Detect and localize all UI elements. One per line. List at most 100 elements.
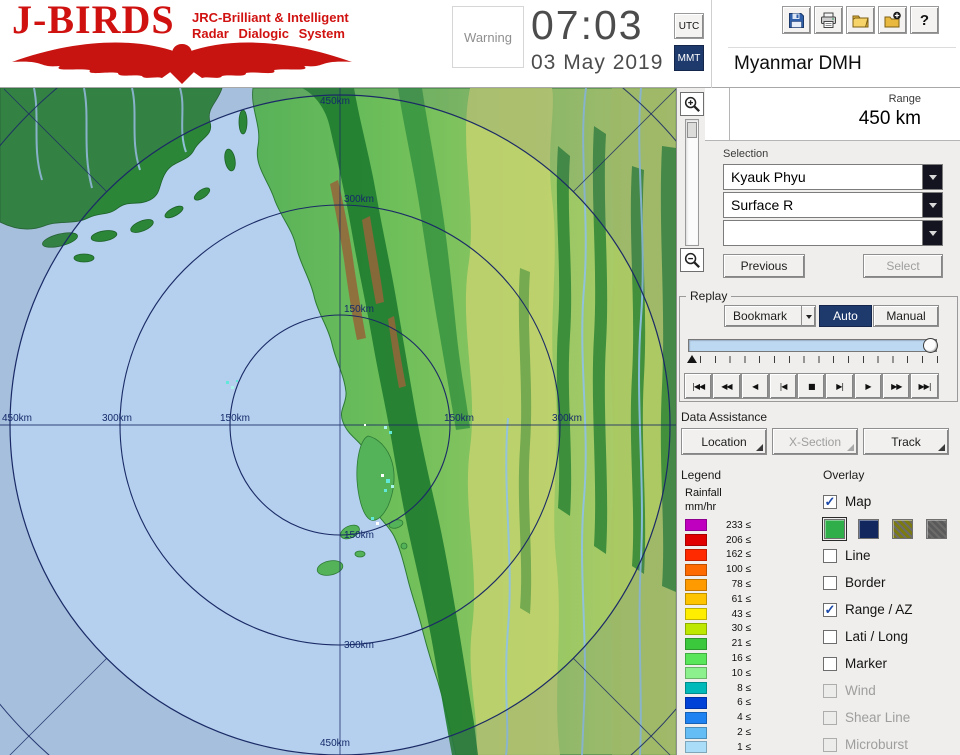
zoom-out-button[interactable]	[680, 248, 704, 272]
map-style-olive-button[interactable]	[892, 519, 913, 539]
legend-row: 16 ≤	[685, 651, 751, 666]
logo-title: J-BIRDS	[12, 0, 175, 43]
checkbox[interactable]	[823, 657, 837, 671]
corner-arrow-icon	[847, 444, 854, 451]
da-button-label: Location	[701, 435, 746, 449]
map-style-terrain-button[interactable]	[824, 519, 845, 539]
mmt-button[interactable]: MMT	[674, 45, 704, 71]
radar-map[interactable]: 450km300km150km150km300km150km300km450km…	[0, 88, 676, 755]
save-button[interactable]	[782, 6, 811, 34]
checkbox[interactable]	[823, 549, 837, 563]
playback-fast-forward-button[interactable]: ▶▶	[882, 373, 910, 399]
timeline-ticks	[700, 356, 938, 363]
playback-play-button[interactable]: ▶	[854, 373, 882, 399]
overlay-item-label: Lati / Long	[845, 629, 908, 644]
playback-rewind-button[interactable]: ◀◀	[712, 373, 740, 399]
replay-group-label: Replay	[686, 289, 731, 303]
header: J-BIRDS JRC-Brilliant & Intelligent Rada…	[0, 0, 960, 88]
open-folder-button[interactable]	[846, 6, 875, 34]
save-icon	[787, 11, 806, 30]
legend-color-swatch	[685, 697, 707, 709]
print-button[interactable]	[814, 6, 843, 34]
checkbox[interactable]	[823, 630, 837, 644]
add-view-button[interactable]	[878, 6, 907, 34]
bookmark-button[interactable]: Bookmark	[724, 305, 816, 327]
legend-color-swatch	[685, 682, 707, 694]
folder-icon	[851, 11, 870, 30]
overlay-item-range-az[interactable]: ✓ Range / AZ	[823, 596, 959, 623]
range-ring-label: 150km	[344, 304, 374, 315]
checkbox	[823, 738, 837, 752]
legend-value: 233 ≤	[707, 520, 751, 531]
replay-timeline-slider[interactable]	[688, 339, 937, 352]
da-track-button[interactable]: Track	[863, 428, 949, 455]
legend-value: 100 ≤	[707, 564, 751, 575]
zoom-in-button[interactable]	[680, 92, 704, 116]
help-button[interactable]: ?	[910, 6, 939, 34]
legend-color-swatch	[685, 549, 707, 561]
overlay-item-lati-long[interactable]: Lati / Long	[823, 623, 959, 650]
chevron-down-icon[interactable]	[922, 221, 942, 245]
range-value: 450 km	[705, 108, 921, 130]
range-ring-label: 150km	[220, 413, 250, 424]
map-style-navy-button[interactable]	[858, 519, 879, 539]
da-location-button[interactable]: Location	[681, 428, 767, 455]
range-divider	[729, 88, 730, 141]
playback-skip-to-start-button[interactable]: |◀◀	[684, 373, 712, 399]
site-dropdown[interactable]: Kyauk Phyu	[723, 164, 943, 190]
playback-step-forward-button[interactable]: ▶|	[825, 373, 853, 399]
overlay-item-label: Range / AZ	[845, 602, 913, 617]
station-divider	[728, 47, 956, 48]
zoom-out-icon	[683, 251, 702, 270]
auto-mode-button[interactable]: Auto	[819, 305, 872, 327]
overlay-item-label: Map	[845, 494, 871, 509]
overlay-item-label: Microburst	[845, 737, 908, 752]
checkbox[interactable]: ✓	[823, 495, 837, 509]
logo-subtitle-line1: JRC-Brilliant & Intelligent	[192, 10, 349, 26]
overlay-item-line[interactable]: Line	[823, 542, 959, 569]
corner-arrow-icon	[756, 444, 763, 451]
playback-stop-button[interactable]: ■	[797, 373, 825, 399]
overlay-item-marker[interactable]: Marker	[823, 650, 959, 677]
checkbox[interactable]: ✓	[823, 603, 837, 617]
playback-step-back-button[interactable]: |◀	[769, 373, 797, 399]
checkbox[interactable]	[823, 576, 837, 590]
playback-skip-to-end-button[interactable]: ▶▶|	[910, 373, 938, 399]
warning-indicator[interactable]: Warning	[452, 6, 524, 68]
manual-mode-button[interactable]: Manual	[873, 305, 939, 327]
legend-value: 1 ≤	[707, 742, 751, 753]
playback-play-back-button[interactable]: ◀	[741, 373, 769, 399]
legend-row: 10 ≤	[685, 666, 751, 681]
legend-color-swatch	[685, 727, 707, 739]
overlay-item-border[interactable]: Border	[823, 569, 959, 596]
rainfall-legend: 233 ≤206 ≤162 ≤100 ≤78 ≤61 ≤43 ≤30 ≤21 ≤…	[685, 518, 751, 755]
legend-row: 4 ≤	[685, 710, 751, 725]
zoom-slider-thumb[interactable]	[687, 122, 697, 138]
overlay-item-shear-line: Shear Line	[823, 704, 959, 731]
legend-color-swatch	[685, 519, 707, 531]
legend-color-swatch	[685, 741, 707, 753]
overlay-item-map[interactable]: ✓ Map	[823, 488, 959, 515]
legend-color-swatch	[685, 712, 707, 724]
product-dropdown[interactable]: Surface R	[723, 192, 943, 218]
station-name: Myanmar DMH	[734, 53, 862, 75]
zoom-in-icon	[683, 95, 702, 114]
chevron-down-icon[interactable]	[922, 193, 942, 217]
map-style-gray-button[interactable]	[926, 519, 947, 539]
legend-color-swatch	[685, 653, 707, 665]
map-style-swatches	[823, 515, 959, 542]
select-button[interactable]: Select	[863, 254, 943, 278]
legend-row: 30 ≤	[685, 622, 751, 637]
overlay-item-label: Marker	[845, 656, 887, 671]
previous-button[interactable]: Previous	[723, 254, 805, 278]
overlay-item-label: Shear Line	[845, 710, 910, 725]
legend-unit-line1: Rainfall	[685, 487, 722, 499]
legend-row: 2 ≤	[685, 725, 751, 740]
zoom-slider[interactable]	[685, 119, 699, 246]
chevron-down-icon[interactable]	[922, 165, 942, 189]
legend-row: 162 ≤	[685, 548, 751, 563]
option-dropdown[interactable]	[723, 220, 943, 246]
utc-button[interactable]: UTC	[674, 13, 704, 39]
slider-handle[interactable]	[923, 338, 938, 353]
overlay-item-wind: Wind	[823, 677, 959, 704]
